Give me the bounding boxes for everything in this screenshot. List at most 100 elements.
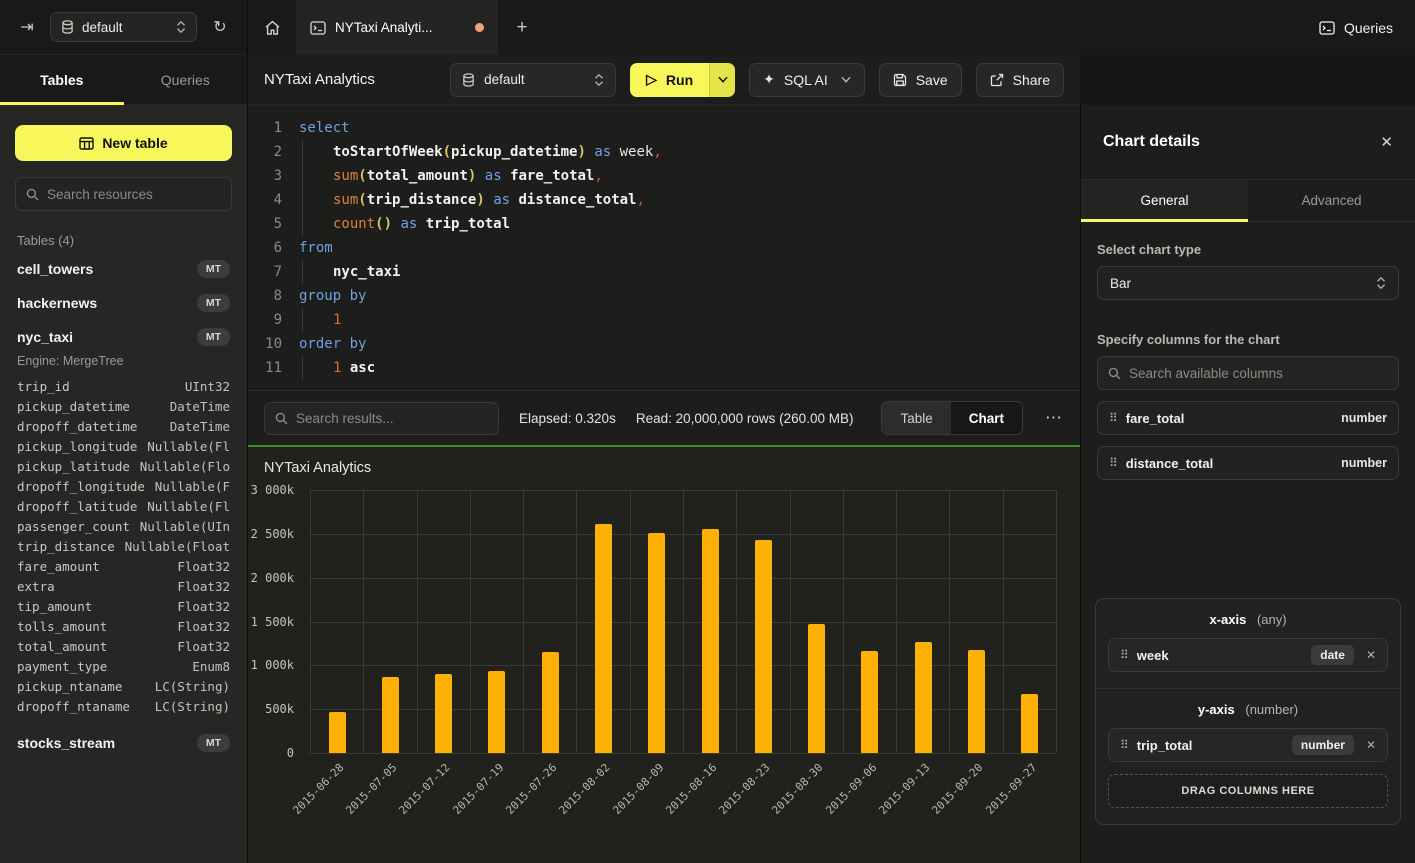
search-icon [275,412,288,425]
code-token: , [653,144,661,160]
code-text: 1 asc [282,356,375,380]
chart-plot[interactable]: 2015-06-282015-07-052015-07-122015-07-19… [310,490,1057,753]
unsaved-dot [475,23,484,32]
chart-bar[interactable] [861,651,878,753]
x-tick-label: 2015-08-30 [770,761,826,817]
table-row[interactable]: cell_towersMT [15,252,232,286]
x-tick-label: 2015-09-27 [983,761,1039,817]
home-button[interactable] [248,0,296,55]
column-type: Float32 [177,639,230,654]
code-token: trip_total [426,216,510,232]
view-toggle-chart[interactable]: Chart [951,402,1022,434]
chevron-updown-icon [594,73,604,87]
y-tick-label: 0 [287,746,294,760]
drag-handle-icon[interactable]: ⠿ [1120,648,1127,662]
table-row[interactable]: hackernewsMT [15,286,232,320]
query-tab[interactable]: NYTaxi Analyti... [296,0,498,55]
new-table-button[interactable]: New table [15,125,232,161]
column-type-badge: number [1292,735,1354,755]
chart-slot: 2015-09-20 [950,490,1003,753]
code-token: week [611,144,653,160]
code-line: 2toStartOfWeek(pickup_datetime) as week, [248,140,1080,164]
results-search-input[interactable] [296,411,488,426]
column-row: dropoff_longitudeNullable(F [15,476,232,496]
topbar-right: Queries [1080,0,1415,55]
remove-icon[interactable]: ✕ [1366,648,1376,662]
tables-section-label: Tables (4) [17,233,230,248]
available-column-item[interactable]: ⠿distance_totalnumber [1097,446,1399,480]
chart-bar[interactable] [755,540,772,753]
table-row[interactable]: nyc_taxiMT [15,320,232,354]
column-type: LC(String) [155,679,230,694]
y-tick-label: 2 000k [251,571,294,585]
x-tick-label: 2015-08-23 [717,761,773,817]
drop-zone[interactable]: DRAG COLUMNS HERE [1108,774,1388,808]
columns-search-input[interactable] [1129,366,1388,381]
sidebar-tab-queries[interactable]: Queries [124,55,248,104]
axis-column-chip[interactable]: ⠿weekdate✕ [1108,638,1388,672]
chart-bar[interactable] [915,642,932,753]
run-button-group: ▷ Run [630,63,735,97]
code-token: as [493,192,510,208]
run-options-button[interactable] [709,63,735,97]
line-number: 10 [248,332,282,356]
chart-bar[interactable] [702,529,719,753]
sidebar-tab-tables[interactable]: Tables [0,55,124,104]
indent-guide [302,164,333,188]
column-name: fare_amount [17,559,100,574]
run-label: Run [666,72,693,88]
save-button[interactable]: Save [879,63,962,97]
axis-column-chip[interactable]: ⠿trip_totalnumber✕ [1108,728,1388,762]
chart-bar[interactable] [648,533,665,753]
run-button[interactable]: ▷ Run [630,63,709,97]
chevron-down-icon [841,76,851,83]
column-row: pickup_ntanameLC(String) [15,676,232,696]
column-type: Nullable(UIn [140,519,230,534]
code-token: select [299,120,350,136]
column-name: tolls_amount [17,619,107,634]
chart-bar[interactable] [808,624,825,753]
chart-bar[interactable] [1021,694,1038,753]
code-text: sum(trip_distance) as distance_total, [282,188,645,212]
chart-bar[interactable] [488,671,505,753]
y-axis-section: y-axis (number) ⠿trip_totalnumber✕ DRAG … [1096,688,1400,824]
sidebar-search-input[interactable] [47,187,224,202]
close-icon[interactable]: ✕ [1380,133,1393,151]
query-toolbar: NYTaxi Analytics default ▷ Run [248,55,1080,105]
chart-bar[interactable] [382,677,399,753]
sql-ai-button[interactable]: ✦ SQL AI [749,63,865,97]
collapse-sidebar-icon[interactable]: ⇥ [14,14,40,40]
new-tab-button[interactable]: + [498,0,546,55]
sql-editor[interactable]: 1select2toStartOfWeek(pickup_datetime) a… [248,105,1080,390]
drag-handle-icon[interactable]: ⠿ [1120,738,1127,752]
results-more-button[interactable]: ⋯ [1043,408,1064,428]
column-name: passenger_count [17,519,130,534]
x-tick-label: 2015-08-09 [610,761,666,817]
query-database-select[interactable]: default [450,63,616,97]
chart-type-select[interactable]: Bar [1097,266,1399,300]
chart-bar[interactable] [329,712,346,753]
sidebar-database-select[interactable]: default [50,12,197,42]
code-token [485,192,493,208]
drag-handle-icon[interactable]: ⠿ [1109,411,1116,425]
column-name: pickup_latitude [17,459,130,474]
sidebar-tabs: Tables Queries [0,55,247,105]
view-toggle-table[interactable]: Table [882,402,950,434]
chart-bar[interactable] [968,650,985,753]
column-type-badge: date [1311,645,1354,665]
available-column-item[interactable]: ⠿fare_totalnumber [1097,401,1399,435]
chart-bar[interactable] [595,524,612,753]
panel-tab-general[interactable]: General [1081,180,1248,221]
chart-bar[interactable] [435,674,452,753]
column-name: distance_total [1126,456,1331,471]
drag-handle-icon[interactable]: ⠿ [1109,456,1116,470]
share-button[interactable]: Share [976,63,1064,97]
panel-tab-advanced[interactable]: Advanced [1248,180,1415,221]
queries-button[interactable]: Queries [1080,0,1415,55]
chart-bar[interactable] [542,652,559,753]
axes-config: x-axis (any) ⠿weekdate✕ y-axis (number) … [1095,598,1401,825]
column-type: DateTime [170,399,230,414]
remove-icon[interactable]: ✕ [1366,738,1376,752]
refresh-icon[interactable]: ↻ [207,14,233,40]
table-row[interactable]: stocks_streamMT [15,726,232,760]
